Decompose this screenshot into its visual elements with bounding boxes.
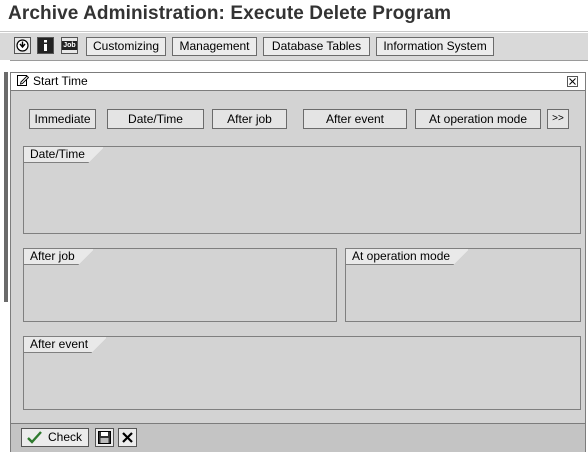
save-icon[interactable] bbox=[95, 428, 114, 447]
check-icon bbox=[27, 431, 42, 449]
edit-icon bbox=[17, 75, 30, 89]
window-title: Archive Administration: Execute Delete P… bbox=[8, 3, 452, 24]
dialog-body: Immediate Date/Time After job After even… bbox=[11, 91, 585, 423]
date-time-group-label: Date/Time bbox=[24, 147, 104, 163]
check-button[interactable]: Check bbox=[21, 428, 89, 447]
application-toolbar: Job Customizing Management Database Tabl… bbox=[0, 33, 588, 61]
close-icon[interactable] bbox=[567, 76, 578, 87]
after-job-group: After job bbox=[23, 248, 337, 322]
customizing-button[interactable]: Customizing bbox=[86, 37, 166, 56]
info-icon[interactable] bbox=[37, 37, 54, 54]
cancel-icon[interactable] bbox=[118, 428, 137, 447]
immediate-button[interactable]: Immediate bbox=[29, 109, 96, 129]
at-operation-mode-group-label: At operation mode bbox=[346, 249, 470, 265]
after-job-group-label: After job bbox=[24, 249, 94, 265]
information-system-button[interactable]: Information System bbox=[376, 37, 494, 56]
date-time-button[interactable]: Date/Time bbox=[107, 109, 204, 129]
after-event-group: After event bbox=[23, 336, 581, 410]
at-operation-mode-group: At operation mode bbox=[345, 248, 581, 322]
at-operation-mode-button[interactable]: At operation mode bbox=[415, 109, 541, 129]
more-options-button[interactable]: >> bbox=[547, 109, 569, 129]
start-time-dialog: Start Time Immediate Date/Time After job… bbox=[10, 72, 586, 452]
job-icon[interactable]: Job bbox=[61, 37, 78, 54]
after-event-button[interactable]: After event bbox=[303, 109, 407, 129]
background-scroll-edge bbox=[4, 72, 8, 302]
management-button[interactable]: Management bbox=[172, 37, 257, 56]
dialog-footer: Check bbox=[11, 423, 585, 452]
date-time-group: Date/Time bbox=[23, 146, 581, 234]
after-event-group-label: After event bbox=[24, 337, 108, 353]
after-job-button[interactable]: After job bbox=[212, 109, 287, 129]
dialog-title: Start Time bbox=[33, 74, 88, 88]
job-icon-text: Job bbox=[62, 41, 77, 50]
title-divider bbox=[0, 31, 588, 32]
check-button-label: Check bbox=[48, 430, 83, 444]
dialog-title-bar: Start Time bbox=[11, 73, 585, 91]
execute-icon[interactable] bbox=[14, 37, 31, 54]
database-tables-button[interactable]: Database Tables bbox=[263, 37, 370, 56]
